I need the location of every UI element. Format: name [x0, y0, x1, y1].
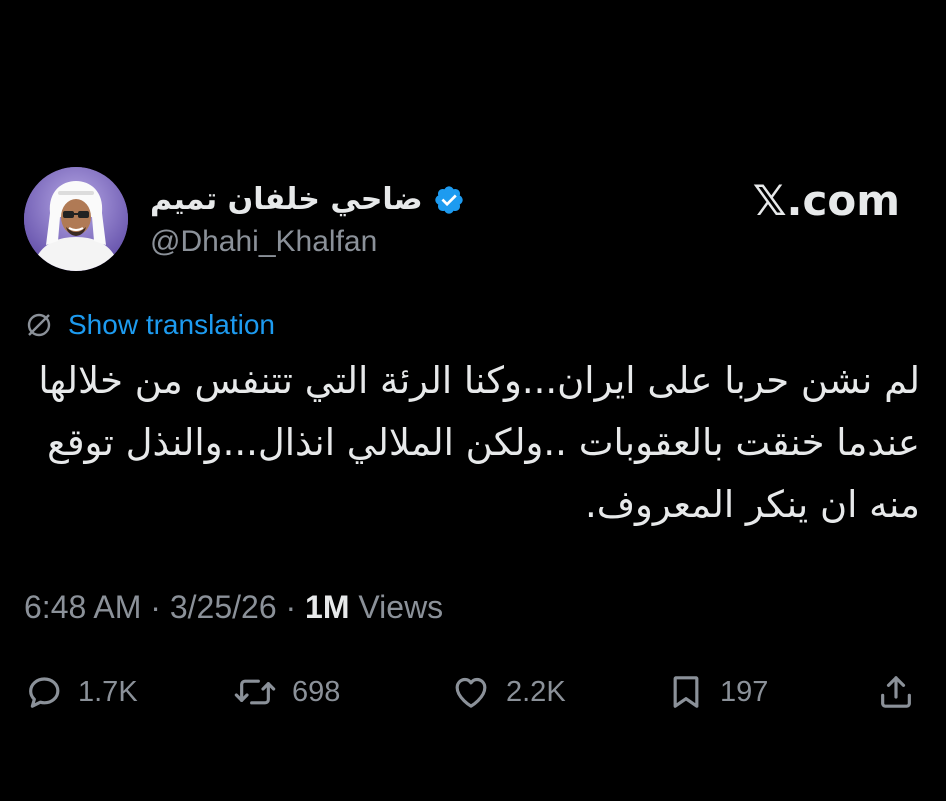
views-count: 1M [305, 589, 350, 625]
x-brand-logo: 𝕏.com [752, 176, 900, 225]
repost-icon [234, 679, 276, 705]
like-button[interactable]: 2.2K [450, 666, 566, 718]
heart-icon [455, 677, 487, 708]
meta-separator: · [150, 589, 161, 625]
bookmark-button[interactable]: 197 [666, 666, 768, 718]
reply-button[interactable]: 1.7K [24, 666, 138, 718]
repost-count: 698 [292, 675, 341, 708]
bookmark-count: 197 [720, 675, 769, 708]
views-label: Views [358, 589, 444, 625]
author-name-row[interactable]: ضاحي خلفان تميم [150, 178, 465, 222]
share-button[interactable] [876, 666, 916, 718]
verified-badge-icon [434, 186, 463, 214]
show-translation-button[interactable]: Show translation [24, 307, 275, 343]
translate-globe-icon [27, 313, 51, 337]
action-bar: 1.7K 698 2.2K 197 [0, 666, 946, 718]
meta-separator: · [285, 589, 297, 625]
tweet-text: لم نشن حربا على ايران...وكنا الرئة التي … [38, 359, 920, 526]
tweet-card: ضاحي خلفان تميم @Dhahi_Khalfan 𝕏.com Sho… [0, 0, 946, 801]
reply-count: 1.7K [78, 675, 138, 708]
bookmark-icon [673, 676, 699, 708]
tweet-meta: 6:48 AM · 3/25/26 · 1M Views [24, 587, 443, 627]
tweet-time[interactable]: 6:48 AM [24, 589, 141, 625]
author-display-name[interactable]: ضاحي خلفان تميم [150, 180, 423, 220]
author-handle[interactable]: @Dhahi_Khalfan [150, 222, 377, 262]
repost-button[interactable]: 698 [232, 666, 340, 718]
profile-photo-icon [24, 167, 128, 271]
avatar[interactable] [24, 167, 128, 271]
reply-icon [29, 677, 60, 708]
tweet-date[interactable]: 3/25/26 [170, 589, 277, 625]
show-translation-label[interactable]: Show translation [68, 309, 275, 341]
share-icon [881, 676, 911, 708]
like-count: 2.2K [506, 675, 566, 708]
